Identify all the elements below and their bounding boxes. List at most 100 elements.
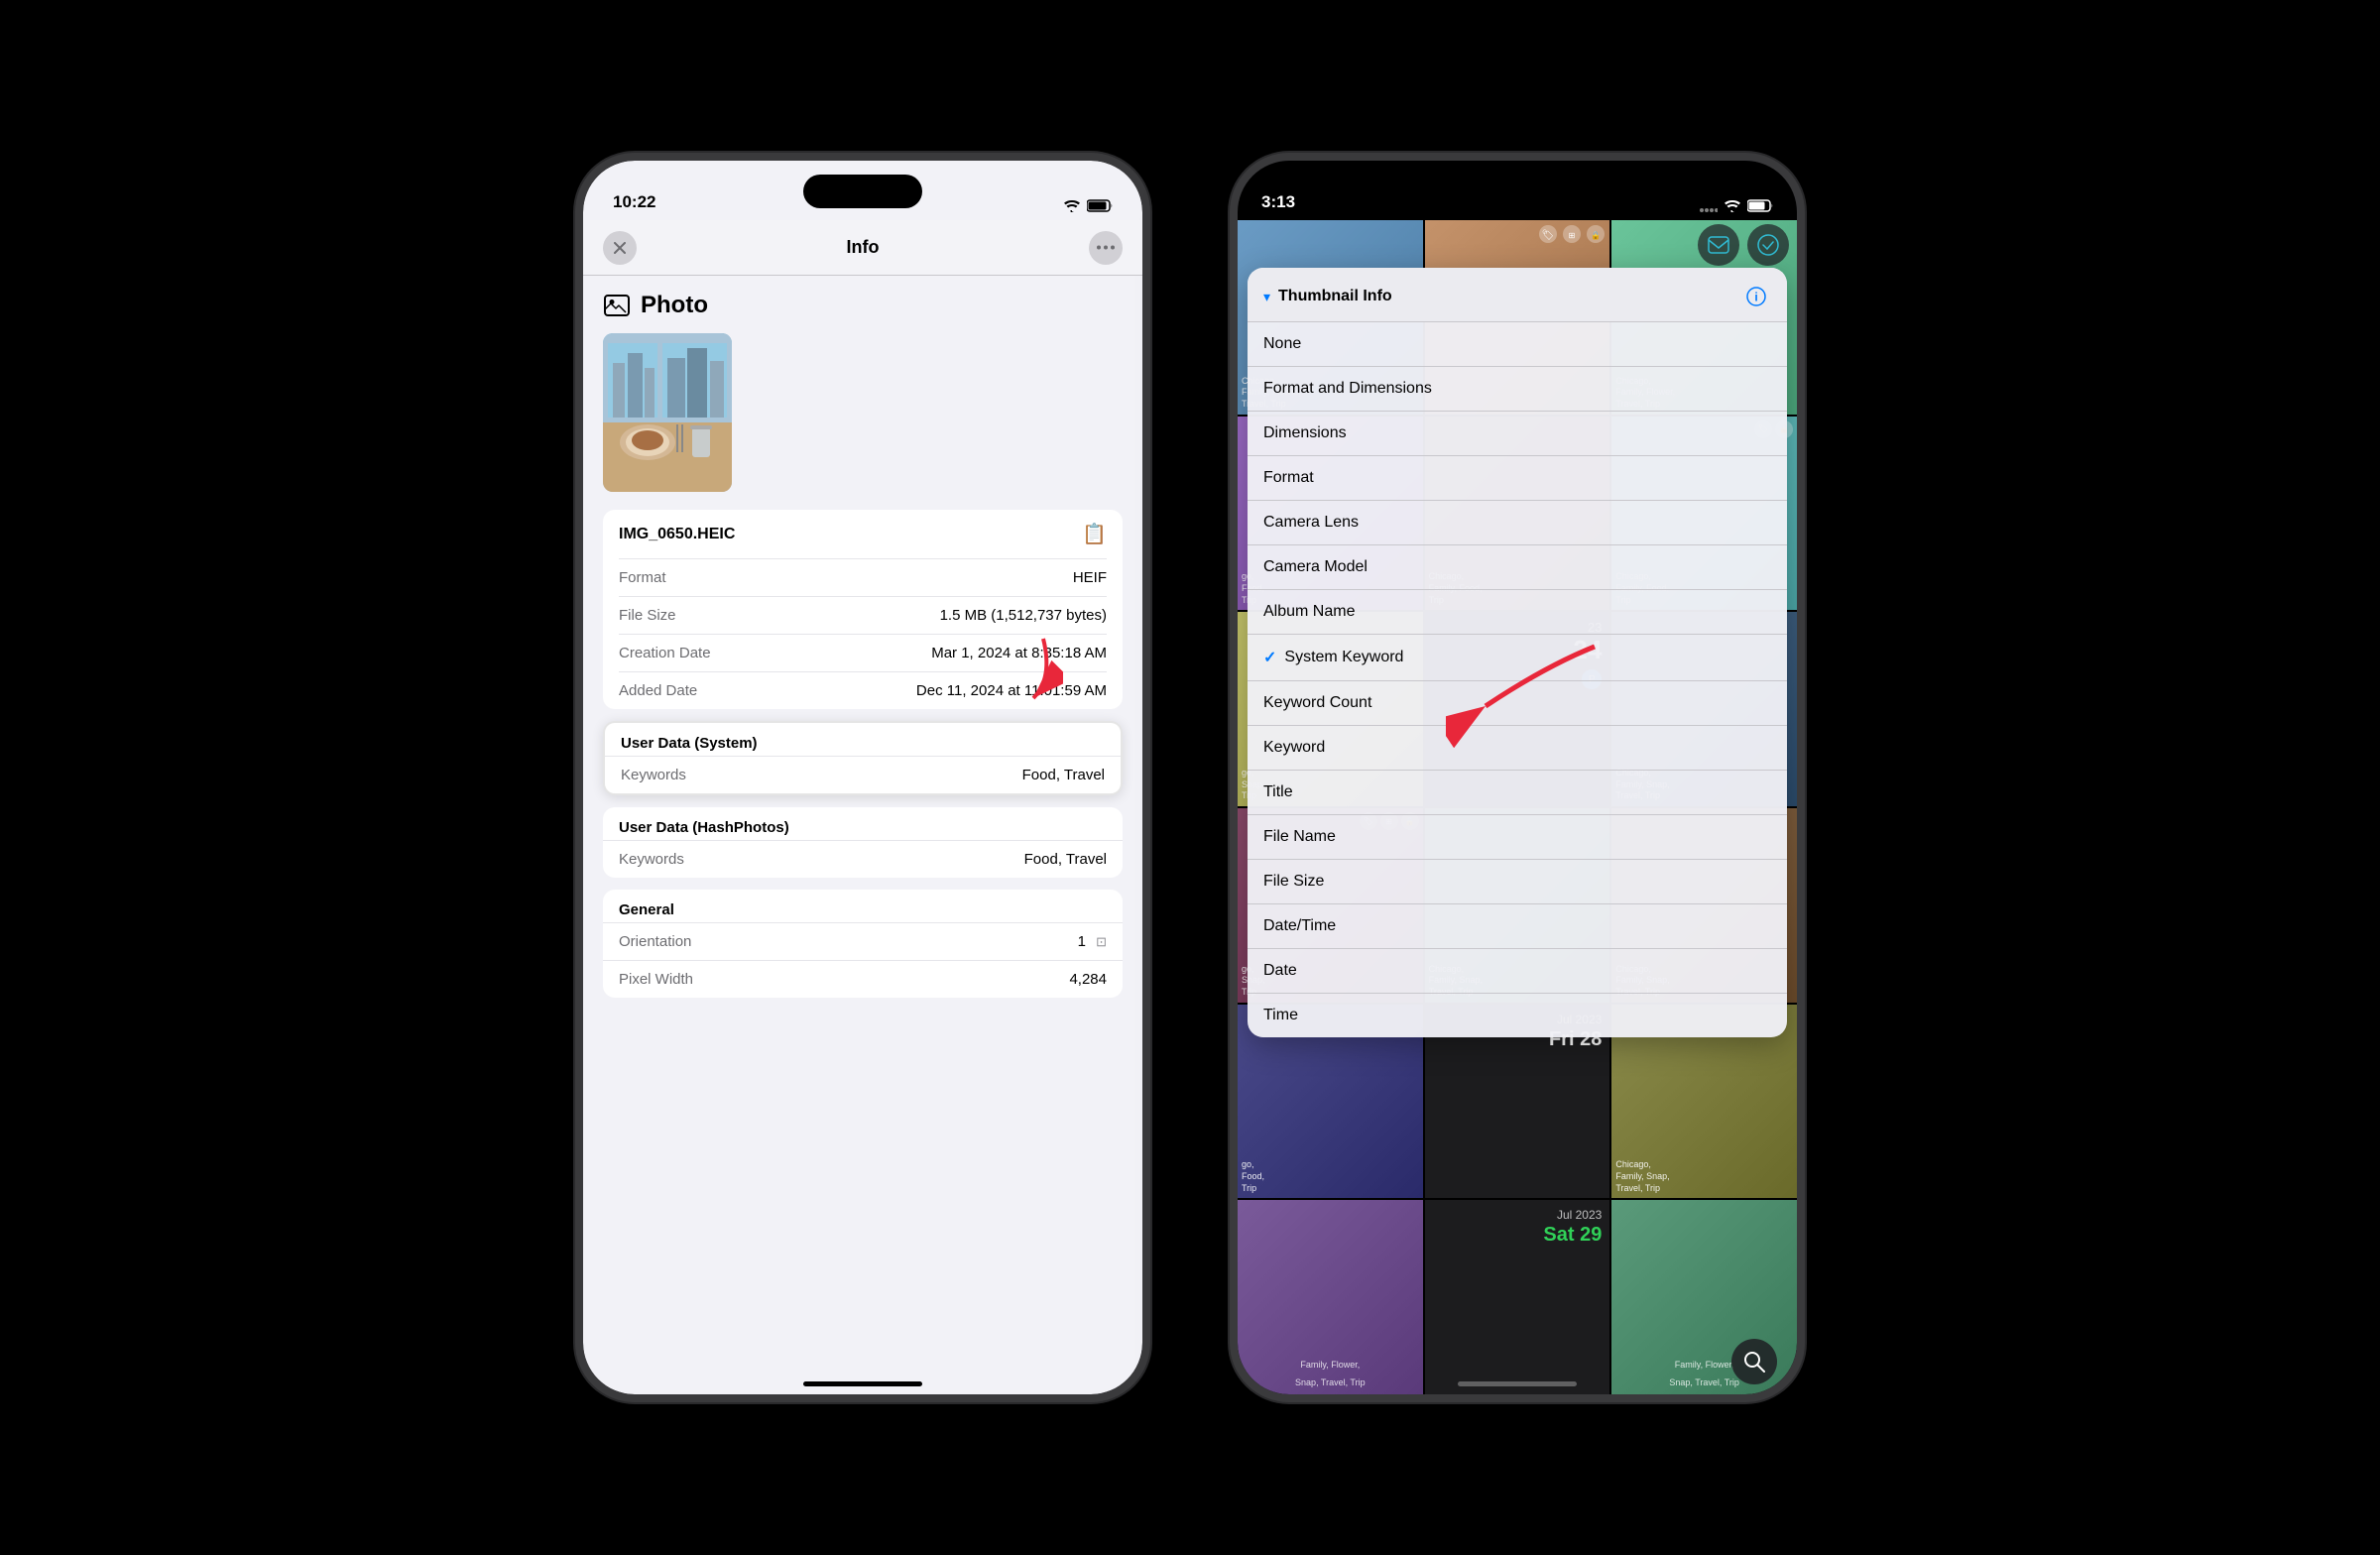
home-indicator-2 [1458,1381,1577,1386]
image-icon [604,295,630,316]
grid-cell-15-labels: Chicago,Family, Snap,Travel, Trip [1615,1159,1793,1194]
user-data-hashphotos-title: User Data (HashPhotos) [603,807,1123,840]
keyword-count-label: Keyword Count [1263,694,1771,712]
wifi-icon [1063,199,1081,212]
hashphotos-keywords-row: Keywords Food, Travel [603,840,1123,878]
pixel-width-row: Pixel Width 4,284 [603,960,1123,998]
grid-cell-16: Family, Flower,Snap, Travel, Trip [1238,1200,1423,1394]
photo-icon [603,292,631,319]
creation-label: Creation Date [619,645,711,661]
lock-icon: 🔒 [1586,224,1606,244]
dropdown-item-time[interactable]: Time [1248,994,1787,1037]
tag-icon: 🏷 [1538,224,1558,244]
dropdown-item-camera-lens[interactable]: Camera Lens [1248,501,1787,545]
orientation-label: Orientation [619,933,691,950]
system-keywords-value: Food, Travel [1022,767,1105,783]
dropdown-item-file-name[interactable]: File Name [1248,815,1787,860]
keyword-label: Keyword [1263,739,1771,757]
status-icons-1 [1063,199,1113,212]
dimensions-label: Dimensions [1263,424,1771,442]
dropdown-item-camera-model[interactable]: Camera Model [1248,545,1787,590]
more-button[interactable] [1089,231,1123,265]
camera-lens-label: Camera Lens [1263,514,1771,532]
svg-text:⊞: ⊞ [1569,231,1576,240]
red-arrow-1 [984,629,1063,708]
thumbnail-svg [603,333,732,492]
thumbnail-info-dropdown[interactable]: ▾ Thumbnail Info i None Format and Dimen… [1248,268,1787,1037]
info-button[interactable]: i [1741,282,1771,311]
svg-text:🔒: 🔒 [1591,231,1601,240]
dropdown-item-file-size[interactable]: File Size [1248,860,1787,904]
dropdown-item-format[interactable]: Format [1248,456,1787,501]
grid-cell-13-labels: go,Food,Trip [1242,1159,1419,1194]
checkmark-icon: ✓ [1263,648,1276,667]
check-circle-icon [1757,234,1779,256]
datetime-label: Date/Time [1263,917,1771,935]
sat-29: Sat 29 [1543,1224,1602,1247]
camera-model-label: Camera Model [1263,558,1771,576]
mail-action-btn[interactable] [1698,224,1739,266]
file-name-label: File Name [1263,828,1771,846]
date-header-sat29: Jul 2023 Sat 29 [1425,1200,1610,1394]
album-name-label: Album Name [1263,603,1771,621]
user-data-system-card: User Data (System) Keywords Food, Travel [603,721,1123,795]
wifi-icon-2 [1724,199,1741,212]
svg-text:🏷: 🏷 [1542,229,1555,241]
none-label: None [1263,335,1771,353]
dropdown-item-keyword[interactable]: Keyword [1248,726,1787,771]
grid-18-labels: Family, Flower,Snap, Travel, Trip [1669,1360,1739,1387]
search-icon [1743,1351,1765,1373]
format-value: HEIF [1073,569,1107,586]
dropdown-item-album-name[interactable]: Album Name [1248,590,1787,635]
search-button[interactable] [1731,1339,1777,1384]
dropdown-item-system-keyword[interactable]: ✓ System Keyword [1248,635,1787,681]
dropdown-item-format-dims[interactable]: Format and Dimensions [1248,367,1787,412]
nav-bar-1: Info [583,220,1142,276]
dropdown-container: ▾ Thumbnail Info i None Format and Dimen… [1238,268,1797,1037]
general-title: General [603,890,1123,922]
close-button[interactable] [603,231,637,265]
title-label: Title [1263,783,1771,801]
dynamic-island-2 [1458,175,1577,208]
dropdown-item-none[interactable]: None [1248,322,1787,367]
check-action-btn[interactable] [1747,224,1789,266]
dropdown-item-title[interactable]: Title [1248,771,1787,815]
format-dims-label: Format and Dimensions [1263,380,1771,398]
dropdown-chevron-icon: ▾ [1263,289,1270,305]
nav-title: Info [847,237,880,258]
hashphotos-keywords-label: Keywords [619,851,684,868]
pixel-width-value: 4,284 [1069,971,1107,988]
mail-icon [1708,236,1729,254]
added-label: Added Date [619,682,697,699]
date-label: Date [1263,962,1771,980]
pixel-width-label: Pixel Width [619,971,693,988]
format-row: Format HEIF [619,559,1107,597]
info-content: Photo [583,276,1142,1394]
svg-text:i: i [1754,291,1757,304]
grid-overlay-2: 🏷 ⊞ 🔒 [1538,224,1606,244]
home-indicator-1 [803,1381,922,1386]
user-data-hashphotos-card: User Data (HashPhotos) Keywords Food, Tr… [603,807,1123,878]
signal-icon [1700,198,1718,212]
photo-title: Photo [641,292,708,319]
dropdown-header-title: Thumbnail Info [1278,288,1741,305]
filename: IMG_0650.HEIC [619,526,735,543]
file-size-label: File Size [1263,873,1771,891]
filesize-value: 1.5 MB (1,512,737 bytes) [940,607,1107,624]
close-icon [614,242,626,254]
dropdown-item-date[interactable]: Date [1248,949,1787,994]
dropdown-item-keyword-count[interactable]: Keyword Count [1248,681,1787,726]
dropdown-item-dimensions[interactable]: Dimensions [1248,412,1787,456]
jul-2023-2: Jul 2023 [1557,1208,1602,1222]
dropdown-header: ▾ Thumbnail Info i [1248,268,1787,322]
status-icons-2 [1700,198,1773,212]
format-label: Format [1263,469,1771,487]
status-time-1: 10:22 [613,192,655,212]
phone-2: 3:13 Chicago,Family, Flower,Travel, Trip [1230,153,1805,1402]
battery-icon [1087,199,1113,212]
system-keyword-label: System Keyword [1284,649,1771,666]
hashphotos-keywords-value: Food, Travel [1024,851,1107,868]
system-keywords-label: Keywords [621,767,686,783]
general-card: General Orientation 1 ⊡ Pixel Width 4,28… [603,890,1123,998]
dropdown-item-datetime[interactable]: Date/Time [1248,904,1787,949]
